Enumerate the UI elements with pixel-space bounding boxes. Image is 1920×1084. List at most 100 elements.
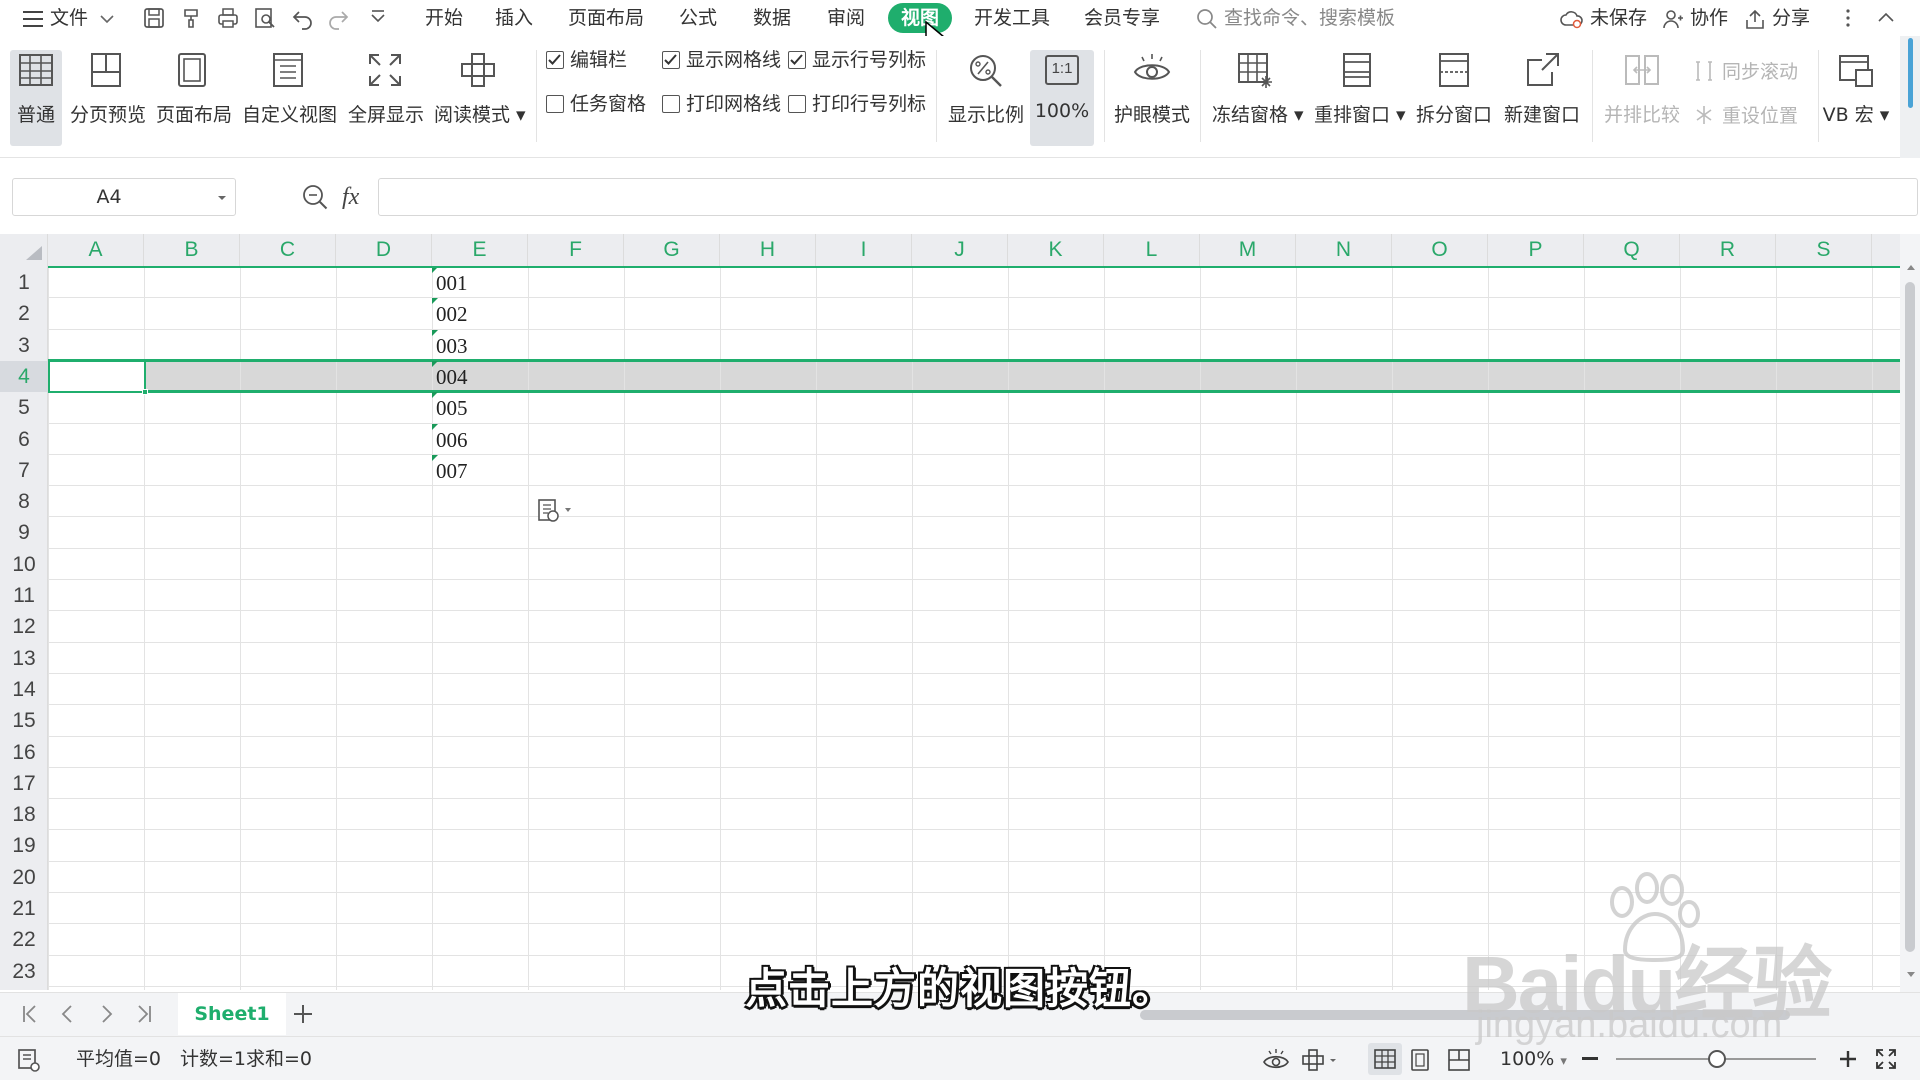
print-preview-icon[interactable] [253,6,277,30]
column-header-a[interactable]: A [48,234,144,266]
row-header-15[interactable]: 15 [0,705,48,736]
row-header-9[interactable]: 9 [0,517,48,548]
tab-member[interactable]: 会员专享 [1084,0,1160,36]
undo-icon[interactable] [291,6,315,30]
column-header-j[interactable]: J [912,234,1008,266]
tab-formulas[interactable]: 公式 [678,0,718,36]
read-mode-button[interactable]: 阅读模式 ▾ [434,50,526,146]
formula-input[interactable] [378,178,1918,216]
row-header-14[interactable]: 14 [0,674,48,705]
column-header-r[interactable]: R [1680,234,1776,266]
column-header-p[interactable]: P [1488,234,1584,266]
row-header-17[interactable]: 17 [0,768,48,799]
tab-review[interactable]: 审阅 [826,0,866,36]
save-icon[interactable] [142,6,166,30]
row-header-8[interactable]: 8 [0,486,48,517]
row-header-16[interactable]: 16 [0,737,48,768]
normal-view-status-button[interactable] [1368,1043,1402,1075]
column-header-h[interactable]: H [720,234,816,266]
vertical-scroll-thumb[interactable] [1905,282,1915,952]
row-header-6[interactable]: 6 [0,424,48,455]
row-header-5[interactable]: 5 [0,392,48,423]
full-screen-button[interactable]: 全屏显示 [348,50,424,146]
eye-protection-icon[interactable] [1262,1047,1290,1073]
row-header-11[interactable]: 11 [0,580,48,611]
zoom-search-icon[interactable] [302,184,328,210]
column-header-q[interactable]: Q [1584,234,1680,266]
page-layout-view-button[interactable]: 页面布局 [156,50,232,146]
row-header-1[interactable]: 1 [0,267,48,298]
eye-protection-button[interactable]: 护眼模式 [1112,50,1192,146]
column-header-n[interactable]: N [1296,234,1392,266]
zoom-slider-thumb[interactable] [1708,1050,1726,1068]
tab-data[interactable]: 数据 [752,0,792,36]
collapse-ribbon-icon[interactable] [1874,6,1898,30]
column-header-i[interactable]: I [816,234,912,266]
column-header-m[interactable]: M [1200,234,1296,266]
zoom-100-button[interactable]: 1:1 100% [1030,50,1094,146]
macro-record-icon[interactable] [16,1047,42,1073]
split-icon [1434,50,1474,90]
row-header-13[interactable]: 13 [0,643,48,674]
redo-icon[interactable] [326,6,350,30]
zoom-slider[interactable] [1616,1050,1816,1068]
share-button[interactable]: 分享 [1744,0,1810,36]
file-menu[interactable]: 文件 [22,0,114,36]
row-header-18[interactable]: 18 [0,799,48,830]
page-layout-status-icon[interactable] [1408,1047,1432,1073]
row-header-21[interactable]: 21 [0,893,48,924]
select-all-corner[interactable] [0,234,48,266]
normal-view-button[interactable]: 普通 [10,50,62,146]
chevron-down-icon[interactable] [215,188,229,206]
row-header-4[interactable]: 4 [0,360,48,393]
unsaved-status[interactable]: 未保存 [1560,0,1647,36]
vb-macro-button[interactable]: VB 宏 ▾ [1822,50,1890,146]
row-header-20[interactable]: 20 [0,862,48,893]
row-header-22[interactable]: 22 [0,924,48,955]
paste-options-button[interactable] [536,496,580,526]
active-cell[interactable] [48,359,148,396]
tab-home[interactable]: 开始 [420,0,468,36]
row-header-19[interactable]: 19 [0,830,48,861]
format-painter-icon[interactable] [180,6,204,30]
zoom-out-icon[interactable] [1582,1057,1598,1060]
row-header-12[interactable]: 12 [0,611,48,642]
page-break-preview-button[interactable]: 分页预览 [70,50,146,146]
tab-developer[interactable]: 开发工具 [974,0,1050,36]
scroll-up-icon[interactable] [1907,264,1915,270]
reading-mode-icon[interactable] [1300,1047,1340,1073]
new-window-button[interactable]: 新建窗口 [1504,50,1580,146]
freeze-panes-button[interactable]: 冻结窗格 ▾ [1212,50,1304,146]
column-header-l[interactable]: L [1104,234,1200,266]
print-icon[interactable] [216,6,240,30]
column-header-o[interactable]: O [1392,234,1488,266]
column-header-k[interactable]: K [1008,234,1104,266]
row-header-7[interactable]: 7 [0,455,48,486]
row-header-3[interactable]: 3 [0,330,48,361]
side-by-side-button[interactable]: 并排比较 [1604,50,1680,146]
column-header-c[interactable]: C [240,234,336,266]
tab-page-layout[interactable]: 页面布局 [568,0,644,36]
column-header-g[interactable]: G [624,234,720,266]
name-box[interactable]: A4 [12,178,236,216]
quick-access-more-icon[interactable] [366,6,390,30]
split-window-button[interactable]: 拆分窗口 [1416,50,1492,146]
zoom-button[interactable]: 显示比例 [948,50,1024,146]
row-header-10[interactable]: 10 [0,549,48,580]
column-header-d[interactable]: D [336,234,432,266]
column-header-f[interactable]: F [528,234,624,266]
zoom-in-icon[interactable] [1838,1049,1858,1069]
ribbon-scrollbar[interactable] [1900,36,1920,158]
command-search[interactable]: 查找命令、搜索模板 [1196,0,1395,36]
collab-button[interactable]: 协作 [1662,0,1728,36]
custom-view-button[interactable]: 自定义视图 [242,50,337,146]
more-vertical-icon[interactable] [1836,6,1860,30]
tab-insert[interactable]: 插入 [494,0,534,36]
column-header-s[interactable]: S [1776,234,1872,266]
function-icon[interactable]: fx [342,178,359,216]
fill-handle[interactable] [142,389,148,396]
column-header-e[interactable]: E [432,234,528,266]
column-header-b[interactable]: B [144,234,240,266]
row-header-2[interactable]: 2 [0,298,48,329]
arrange-windows-button[interactable]: 重排窗口 ▾ [1314,50,1406,146]
